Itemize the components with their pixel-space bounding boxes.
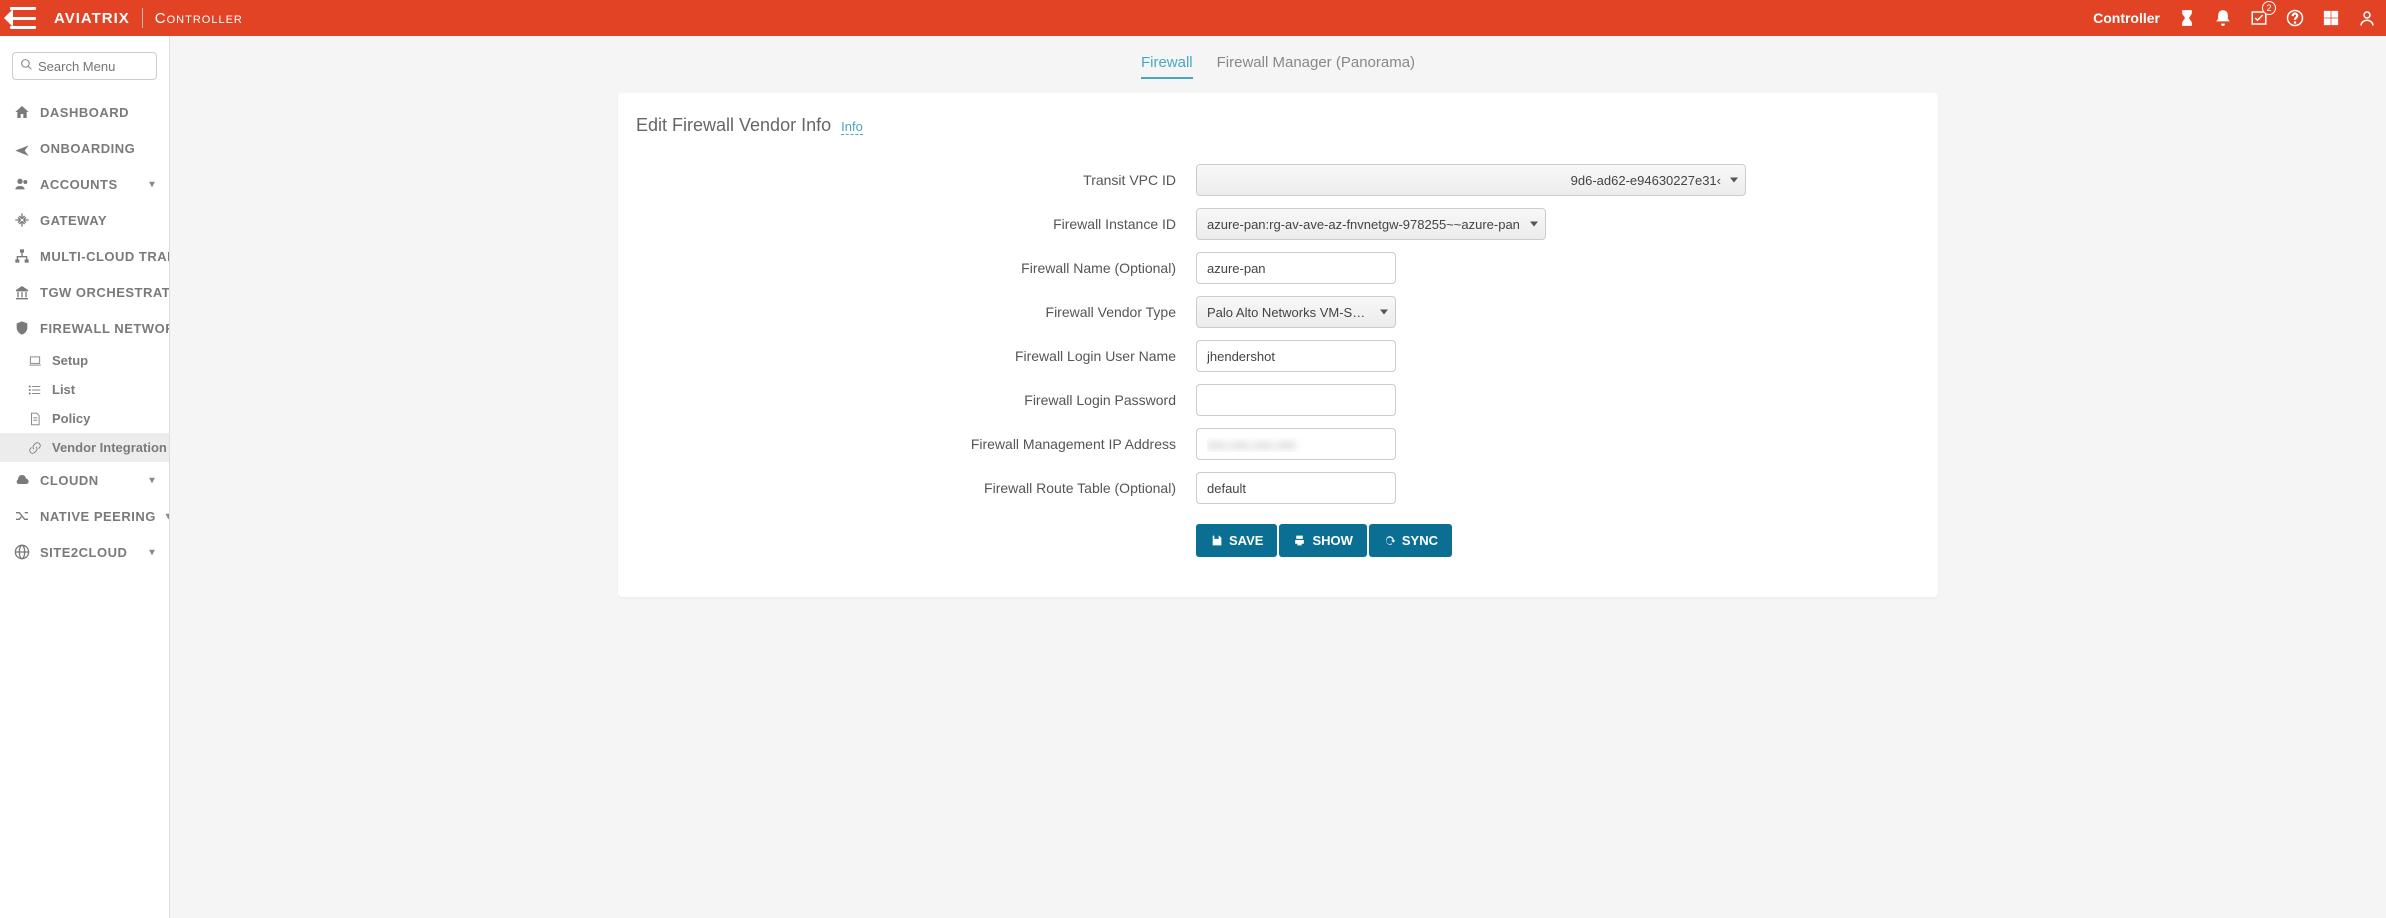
institution-icon xyxy=(14,284,30,300)
document-icon xyxy=(28,412,42,426)
sidebar-item-label: CLOUDN xyxy=(40,473,99,488)
sidebar-item-label: TGW ORCHESTRATOR xyxy=(40,285,169,300)
show-button[interactable]: SHOW xyxy=(1279,524,1366,557)
help-icon[interactable] xyxy=(2286,9,2304,27)
info-link[interactable]: Info xyxy=(841,119,863,135)
panel-heading: Edit Firewall Vendor Info xyxy=(636,115,831,136)
label-vendor-type: Firewall Vendor Type xyxy=(636,304,1196,320)
sidebar-item-label: ONBOARDING xyxy=(40,141,135,156)
menu-toggle-icon[interactable] xyxy=(10,7,36,29)
sidebar-item-label: NATIVE PEERING xyxy=(40,509,156,524)
sync-icon xyxy=(1383,534,1396,547)
search-input-field[interactable] xyxy=(38,59,149,74)
gateway-icon xyxy=(14,212,30,228)
laptop-icon xyxy=(28,354,42,368)
sitemap-icon xyxy=(14,248,30,264)
plane-icon xyxy=(14,140,30,156)
tab-panorama[interactable]: Firewall Manager (Panorama) xyxy=(1217,54,1415,79)
sidebar-subitem-setup[interactable]: Setup xyxy=(0,346,169,375)
sidebar-item-multicloud[interactable]: MULTI-CLOUD TRANSIT xyxy=(0,238,169,274)
tasks-check-icon[interactable]: 2 xyxy=(2250,9,2268,27)
input-route-table[interactable] xyxy=(1196,472,1396,504)
home-icon xyxy=(14,104,30,120)
sidebar-item-onboarding[interactable]: ONBOARDING xyxy=(0,130,169,166)
apps-grid-icon[interactable] xyxy=(2322,9,2340,27)
chevron-down-icon: ▾ xyxy=(149,547,155,558)
list-icon xyxy=(28,383,42,397)
search-icon xyxy=(20,58,33,74)
sidebar-item-label: MULTI-CLOUD TRANSIT xyxy=(40,249,169,264)
sidebar-item-label: GATEWAY xyxy=(40,213,107,228)
controller-label[interactable]: Controller xyxy=(2093,10,2160,26)
label-route-table: Firewall Route Table (Optional) xyxy=(636,480,1196,496)
bell-icon[interactable] xyxy=(2214,9,2232,27)
button-label: SHOW xyxy=(1312,533,1352,548)
sidebar-item-tgw[interactable]: TGW ORCHESTRATOR xyxy=(0,274,169,310)
sidebar-subitem-list[interactable]: List xyxy=(0,375,169,404)
select-transit-vpc[interactable]: ›9d6-ad62-e94630227e31 xyxy=(1196,164,1746,196)
sidebar-subitem-label: List xyxy=(52,382,75,397)
sidebar-item-firewall[interactable]: FIREWALL NETWORK xyxy=(0,310,169,346)
sidebar-item-label: DASHBOARD xyxy=(40,105,129,120)
save-icon xyxy=(1210,534,1223,547)
label-mgmt-ip: Firewall Management IP Address xyxy=(636,436,1196,452)
label-firewall-name: Firewall Name (Optional) xyxy=(636,260,1196,276)
task-badge: 2 xyxy=(2262,1,2276,15)
sidebar: DASHBOARD ONBOARDING ACCOUNTS ▾ GATEWAY … xyxy=(0,36,170,918)
tab-firewall[interactable]: Firewall xyxy=(1141,54,1193,79)
shuffle-icon xyxy=(14,508,30,524)
top-header: AVIATRIX Controller Controller 2 xyxy=(0,0,2386,36)
sidebar-item-peering[interactable]: NATIVE PEERING ▾ xyxy=(0,498,169,534)
chevron-down-icon: ▾ xyxy=(166,511,169,522)
shield-icon xyxy=(14,320,30,336)
save-button[interactable]: SAVE xyxy=(1196,524,1277,557)
brand-text: AVIATRIX xyxy=(54,10,130,27)
button-label: SAVE xyxy=(1229,533,1263,548)
globe-icon xyxy=(14,544,30,560)
sidebar-subitem-vendor-integration[interactable]: Vendor Integration xyxy=(0,433,169,462)
sync-button[interactable]: SYNC xyxy=(1369,524,1452,557)
user-icon[interactable] xyxy=(2358,9,2376,27)
sidebar-subitem-label: Vendor Integration xyxy=(52,440,167,455)
sidebar-item-site2cloud[interactable]: SITE2CLOUD ▾ xyxy=(0,534,169,570)
button-label: SYNC xyxy=(1402,533,1438,548)
chevron-down-icon: ▾ xyxy=(149,179,155,190)
chevron-down-icon: ▾ xyxy=(149,475,155,486)
input-firewall-name[interactable] xyxy=(1196,252,1396,284)
sidebar-item-cloudn[interactable]: CLOUDN ▾ xyxy=(0,462,169,498)
sidebar-subitem-policy[interactable]: Policy xyxy=(0,404,169,433)
search-menu-input[interactable] xyxy=(12,52,157,80)
input-password[interactable] xyxy=(1196,384,1396,416)
print-icon xyxy=(1293,534,1306,547)
sidebar-item-label: ACCOUNTS xyxy=(40,177,118,192)
users-icon xyxy=(14,176,30,192)
input-mgmt-ip[interactable] xyxy=(1196,428,1396,460)
sidebar-subitem-label: Setup xyxy=(52,353,88,368)
sidebar-subitem-label: Policy xyxy=(52,411,90,426)
label-transit-vpc: Transit VPC ID xyxy=(636,172,1196,188)
sidebar-item-gateway[interactable]: GATEWAY xyxy=(0,202,169,238)
tab-bar: Firewall Firewall Manager (Panorama) xyxy=(190,36,2366,93)
input-username[interactable] xyxy=(1196,340,1396,372)
main-content: Firewall Firewall Manager (Panorama) Edi… xyxy=(170,36,2386,918)
sidebar-item-label: SITE2CLOUD xyxy=(40,545,127,560)
label-instance-id: Firewall Instance ID xyxy=(636,216,1196,232)
sidebar-item-label: FIREWALL NETWORK xyxy=(40,321,169,336)
select-vendor-type[interactable]: Palo Alto Networks VM-Series xyxy=(1196,296,1396,328)
sidebar-item-dashboard[interactable]: DASHBOARD xyxy=(0,94,169,130)
label-password: Firewall Login Password xyxy=(636,392,1196,408)
panel-edit-firewall-vendor: Edit Firewall Vendor Info Info Transit V… xyxy=(618,93,1938,597)
brand: AVIATRIX Controller xyxy=(48,8,243,28)
sidebar-item-accounts[interactable]: ACCOUNTS ▾ xyxy=(0,166,169,202)
hourglass-icon[interactable] xyxy=(2178,9,2196,27)
link-icon xyxy=(28,441,42,455)
label-username: Firewall Login User Name xyxy=(636,348,1196,364)
product-text: Controller xyxy=(155,10,243,27)
select-firewall-instance[interactable]: azure-pan:rg-av-ave-az-fnvnetgw-978255~~… xyxy=(1196,208,1546,240)
cloud-icon xyxy=(14,472,30,488)
